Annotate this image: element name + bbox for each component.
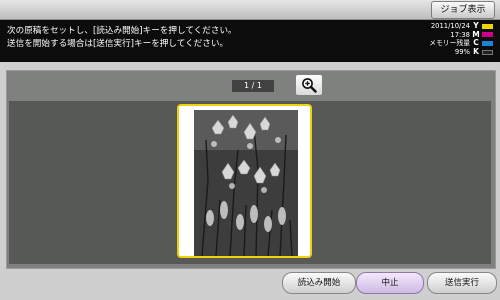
instruction-message: 次の原稿をセットし、[読込み開始]キーを押してください。 送信を開始する場合は[… xyxy=(7,25,237,50)
zoom-in-icon xyxy=(302,78,317,93)
toner-indicators: Y M C K xyxy=(472,21,496,57)
zoom-in-button[interactable] xyxy=(295,74,323,96)
stop-button[interactable]: 中止 xyxy=(356,272,424,294)
memory-value: 99% xyxy=(454,47,470,56)
toner-c-bar xyxy=(482,40,493,46)
status-date: 2011/10/24 xyxy=(430,22,470,30)
toner-k: K xyxy=(472,46,496,57)
instruction-line-1: 次の原稿をセットし、[読込み開始]キーを押してください。 xyxy=(7,26,237,36)
read-start-button[interactable]: 読込み開始 xyxy=(282,272,356,294)
scanned-flower-image xyxy=(194,110,298,256)
toner-m-bar xyxy=(482,32,493,38)
top-bar: ジョブ表示 xyxy=(0,0,500,20)
job-display-button[interactable]: ジョブ表示 xyxy=(431,1,495,19)
status-time: 17:38 xyxy=(450,30,470,39)
memory-label: メモリー残量 xyxy=(429,39,470,48)
toner-k-label: K xyxy=(473,46,479,56)
send-button[interactable]: 送信実行 xyxy=(427,272,497,294)
status-info: 2011/10/24 17:38 メモリー残量 99% xyxy=(429,22,470,56)
message-bar: 次の原稿をセットし、[読込み開始]キーを押してください。 送信を開始する場合は[… xyxy=(0,20,500,62)
toner-y-bar xyxy=(482,23,493,29)
toner-k-bar xyxy=(482,49,493,55)
instruction-line-2: 送信を開始する場合は[送信実行]キーを押してください。 xyxy=(7,38,229,49)
page-counter: 1 / 1 xyxy=(232,80,274,92)
